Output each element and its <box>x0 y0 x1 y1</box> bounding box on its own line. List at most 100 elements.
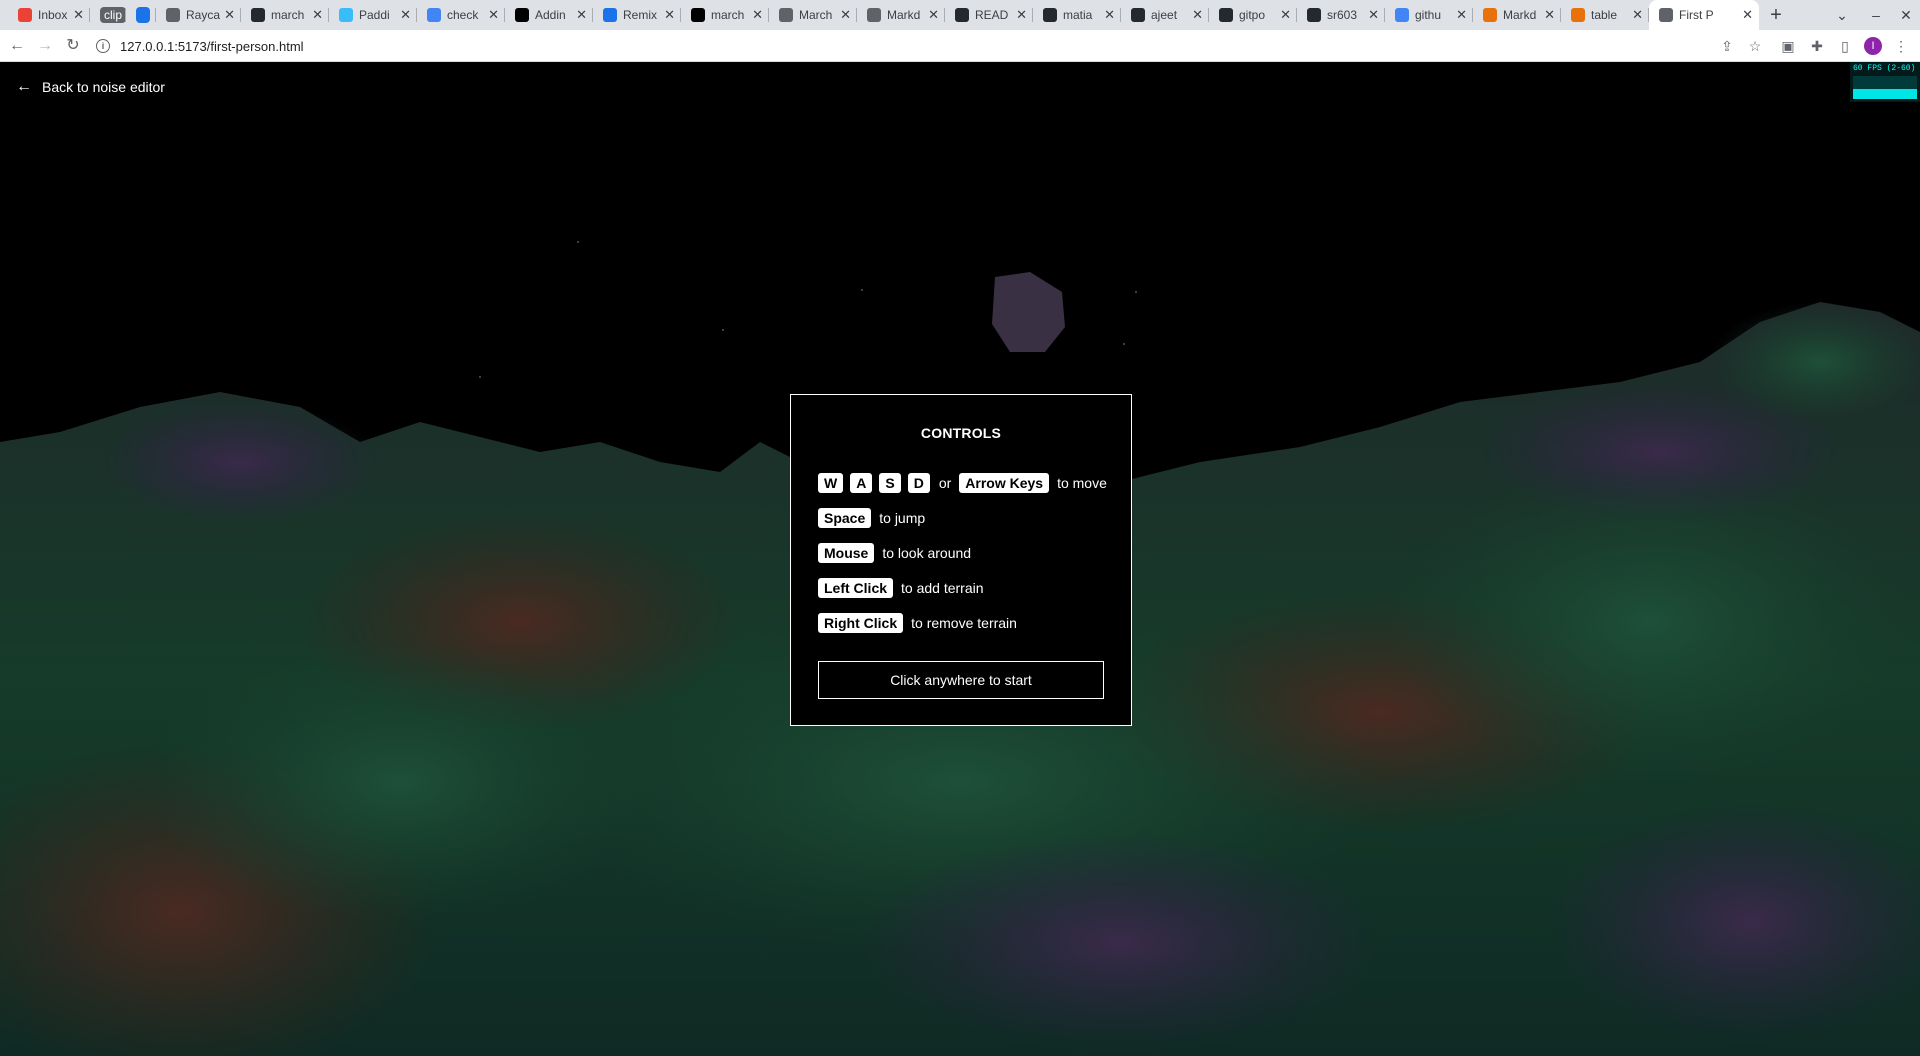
tab-close-icon[interactable]: ✕ <box>1016 7 1027 23</box>
github-icon <box>1219 8 1233 22</box>
tab-9[interactable]: march ✕ <box>681 0 769 30</box>
tab-1[interactable]: clip <box>90 0 126 30</box>
tab-0[interactable]: Inbox ✕ <box>8 0 90 30</box>
forward-icon[interactable]: → <box>34 35 56 57</box>
tab-title: Rayca <box>186 8 221 22</box>
share-icon[interactable]: ⇪ <box>1716 35 1738 57</box>
key-mouse: Mouse <box>818 543 875 563</box>
github-icon <box>1307 8 1321 22</box>
tab-title: Markd <box>887 8 921 22</box>
tab-11[interactable]: Markd ✕ <box>857 0 945 30</box>
github-icon <box>1043 8 1057 22</box>
tab-16[interactable]: sr603 ✕ <box>1297 0 1385 30</box>
tab-group-blue-icon[interactable] <box>136 7 150 23</box>
tab-10[interactable]: March ✕ <box>769 0 857 30</box>
tab-search-icon[interactable]: ⌄ <box>1830 4 1854 26</box>
tab-6[interactable]: check ✕ <box>417 0 505 30</box>
floating-rock <box>992 272 1065 352</box>
tab-close-icon[interactable]: ✕ <box>1104 7 1115 23</box>
tab-title: githu <box>1415 8 1442 22</box>
github-icon <box>955 8 969 22</box>
new-tab-button[interactable]: + <box>1765 4 1787 26</box>
address-url[interactable]: 127.0.0.1:5173/first-person.html <box>120 39 304 54</box>
tab-close-icon[interactable]: ✕ <box>312 7 323 23</box>
start-button[interactable]: Click anywhere to start <box>818 661 1104 699</box>
back-link-label: Back to noise editor <box>42 79 165 95</box>
bookmark-star-icon[interactable]: ☆ <box>1744 35 1766 57</box>
tab-8[interactable]: Remix ✕ <box>593 0 681 30</box>
remove-terrain-row: Right Click to remove terrain <box>818 613 1017 633</box>
tab-close-icon[interactable]: ✕ <box>1742 7 1753 23</box>
tab-14[interactable]: ajeet ✕ <box>1121 0 1209 30</box>
tab-close-icon[interactable]: ✕ <box>664 7 675 23</box>
app-icon <box>1483 8 1497 22</box>
key-a: A <box>850 473 873 493</box>
raycast-icon <box>166 8 180 22</box>
move-row: W A S D or Arrow Keys to move <box>818 473 1107 493</box>
tab-19[interactable]: table ✕ <box>1561 0 1649 30</box>
tab-15[interactable]: gitpo ✕ <box>1209 0 1297 30</box>
tab-18[interactable]: Markd ✕ <box>1473 0 1561 30</box>
tab-4[interactable]: march ✕ <box>241 0 329 30</box>
controls-modal[interactable]: CONTROLS W A S D or Arrow Keys to move S… <box>790 394 1132 726</box>
tab-close-icon[interactable]: ✕ <box>1632 7 1643 23</box>
profile-avatar[interactable]: I <box>1864 37 1882 55</box>
tab-close-icon[interactable]: ✕ <box>752 7 763 23</box>
side-panel-icon[interactable]: ▯ <box>1834 35 1856 57</box>
tab-title: March <box>799 8 833 22</box>
tab-12[interactable]: READ ✕ <box>945 0 1033 30</box>
menu-kebab-icon[interactable]: ⋮ <box>1890 35 1912 57</box>
back-to-editor-link[interactable]: ← Back to noise editor <box>16 78 165 96</box>
globe-icon <box>1659 8 1673 22</box>
tab-close-icon[interactable]: ✕ <box>576 7 587 23</box>
tab-close-icon[interactable]: ✕ <box>1368 7 1379 23</box>
tab-group-chip[interactable]: clip <box>100 7 126 23</box>
address-bar[interactable]: i 127.0.0.1:5173/first-person.html <box>96 33 1756 59</box>
page-viewport[interactable]: ← Back to noise editor 60 FPS (2-60) CON… <box>0 62 1920 1056</box>
tab-title: First P <box>1679 8 1714 22</box>
jump-text: to jump <box>879 510 926 526</box>
key-left-click: Left Click <box>818 578 894 598</box>
close-window-icon[interactable]: ✕ <box>1894 4 1918 26</box>
reload-icon[interactable]: ↻ <box>62 35 84 57</box>
back-icon[interactable]: ← <box>6 35 28 57</box>
tab-close-icon[interactable]: ✕ <box>488 7 499 23</box>
tab-close-icon[interactable]: ✕ <box>1544 7 1555 23</box>
remix-icon <box>603 8 617 22</box>
tab-close-icon[interactable]: ✕ <box>1280 7 1291 23</box>
tab-close-icon[interactable]: ✕ <box>400 7 411 23</box>
extension-icon[interactable]: ▣ <box>1777 35 1799 57</box>
or-text: or <box>938 475 952 491</box>
key-s: S <box>879 473 901 493</box>
tab-title: Addin <box>535 8 566 22</box>
tab-13[interactable]: matia ✕ <box>1033 0 1121 30</box>
tab-title: Paddi <box>359 8 390 22</box>
google-icon <box>427 8 441 22</box>
tab-close-icon[interactable]: ✕ <box>1456 7 1467 23</box>
tab-close-icon[interactable]: ✕ <box>840 7 851 23</box>
tab-strip: Inbox ✕ clip Rayca ✕ march ✕ Paddi ✕ check ✕ Addin ✕… <box>0 0 1920 30</box>
tab-title: march <box>271 8 305 22</box>
tab-close-icon[interactable]: ✕ <box>224 7 235 23</box>
tab-7[interactable]: Addin ✕ <box>505 0 593 30</box>
minimize-icon[interactable]: – <box>1864 4 1888 26</box>
app-icon <box>1571 8 1585 22</box>
tab-close-icon[interactable]: ✕ <box>928 7 939 23</box>
tab-20[interactable]: First P ✕ <box>1649 0 1759 30</box>
site-info-icon[interactable]: i <box>96 39 110 53</box>
extensions-puzzle-icon[interactable]: ✚ <box>1806 35 1828 57</box>
tab-3[interactable]: Rayca ✕ <box>156 0 241 30</box>
tab-17[interactable]: githu ✕ <box>1385 0 1473 30</box>
jump-row: Space to jump <box>818 508 925 528</box>
tab-title: Remix <box>623 8 658 22</box>
tab-close-icon[interactable]: ✕ <box>1192 7 1203 23</box>
tab-5[interactable]: Paddi ✕ <box>329 0 417 30</box>
fps-graph <box>1853 76 1917 99</box>
tab-2[interactable] <box>126 0 156 30</box>
fps-stats-panel[interactable]: 60 FPS (2-60) <box>1850 62 1920 102</box>
github-icon <box>1131 8 1145 22</box>
app-icon <box>515 8 529 22</box>
tab-title: Markd <box>1503 8 1537 22</box>
tab-close-icon[interactable]: ✕ <box>73 7 84 23</box>
tab-title: matia <box>1063 8 1093 22</box>
